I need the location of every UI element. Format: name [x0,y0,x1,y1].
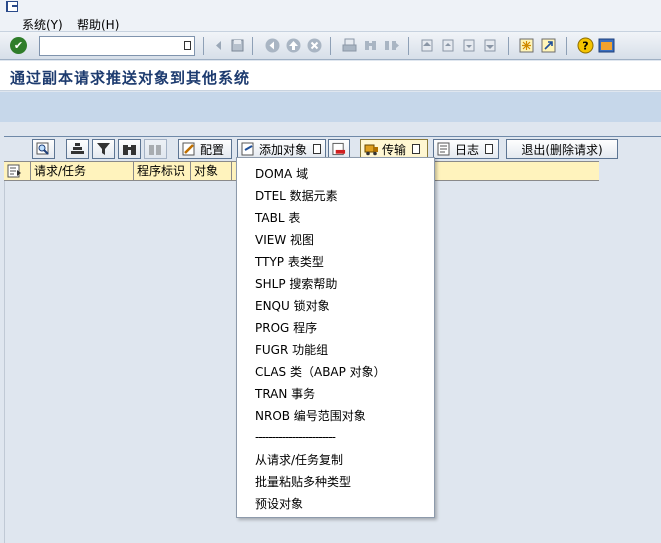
menu-system[interactable]: 系统(Y) [22,16,63,33]
find-button[interactable] [118,139,141,159]
toolbar-separator [252,37,253,55]
application-toolbar [0,92,661,122]
dropdown-item-clas[interactable]: CLAS 类（ABAP 对象） [255,363,386,381]
exit-icon[interactable] [6,1,18,12]
find-icon[interactable] [362,37,379,54]
command-input[interactable] [40,37,178,55]
page-title: 通过副本请求推送对象到其他系统 [10,69,251,87]
menu-help[interactable]: 帮助(H) [77,16,119,33]
column-options-cell[interactable] [4,162,31,180]
transport-dropdown-icon[interactable] [412,144,421,154]
column-request-task[interactable]: 请求/任务 [31,162,134,180]
command-field[interactable] [39,36,195,56]
standard-toolbar: ✔ ? [0,32,661,60]
dropdown-item-preset-objects[interactable]: 预设对象 [255,495,303,513]
dropdown-item-prog[interactable]: PROG 程序 [255,319,317,337]
filter-icon [97,143,110,155]
edit-config-icon [182,142,195,156]
command-history-dropdown-icon[interactable] [184,41,191,50]
truck-icon [364,144,378,156]
column-layout-icon [7,164,21,178]
dropdown-item-tabl[interactable]: TABL 表 [255,209,300,227]
add-document-icon [241,142,254,156]
magnifier-icon [36,142,49,155]
first-page-icon[interactable] [419,37,436,54]
dropdown-item-fugr[interactable]: FUGR 功能组 [255,341,328,359]
config-button[interactable]: 配置 [178,139,232,159]
dropdown-item-tran[interactable]: TRAN 事务 [255,385,315,403]
toolbar-separator [203,37,204,55]
find-next-button[interactable] [144,139,167,159]
exit-nav-icon[interactable] [285,37,302,54]
log-button[interactable]: 日志 [433,139,499,159]
dropdown-item-copy-from-request[interactable]: 从请求/任务复制 [255,451,343,469]
dropdown-item-view[interactable]: VIEW 视图 [255,231,314,249]
back-icon[interactable] [264,37,281,54]
sort-button[interactable] [66,139,89,159]
new-session-icon[interactable] [518,37,535,54]
dropdown-item-enqu[interactable]: ENQU 锁对象 [255,297,330,315]
svg-text:?: ? [582,40,588,53]
pyramid-icon [71,143,84,154]
toolbar-separator [408,37,409,55]
delete-object-button[interactable] [328,139,350,159]
enter-check-icon[interactable]: ✔ [10,37,27,54]
previous-page-icon[interactable] [440,37,457,54]
next-page-icon[interactable] [461,37,478,54]
title-bar: 通过副本请求推送对象到其他系统 [0,61,661,91]
filter-button[interactable] [92,139,115,159]
details-button[interactable] [32,139,55,159]
collapse-left-icon[interactable] [210,37,227,54]
dropdown-item-dtel[interactable]: DTEL 数据元素 [255,187,338,205]
config-label: 配置 [200,142,225,157]
dropdown-item-doma[interactable]: DOMA 域 [255,165,308,183]
exit-delete-request-button[interactable]: 退出(删除请求) [506,139,618,159]
toolbar-separator [566,37,567,55]
dropdown-item-shlp[interactable]: SHLP 搜索帮助 [255,275,337,293]
help-icon[interactable]: ? [577,37,594,54]
add-object-button[interactable]: 添加对象 [237,139,326,159]
binoculars-next-icon [149,145,161,155]
find-next-icon[interactable] [383,37,400,54]
save-icon[interactable] [229,37,246,54]
toolbar-separator [330,37,331,55]
transport-label: 传输 [382,142,407,157]
log-document-icon [437,142,450,156]
cancel-icon[interactable] [306,37,323,54]
toolbar-separator [508,37,509,55]
dropdown-item-ttyp[interactable]: TTYP 表类型 [255,253,324,271]
remove-object-icon [332,142,346,156]
add-object-dropdown-menu: DOMA 域 DTEL 数据元素 TABL 表 VIEW 视图 TTYP 表类型… [236,157,435,518]
log-label: 日志 [455,142,480,157]
transport-button[interactable]: 传输 [360,139,428,159]
exit-delete-request-label: 退出(删除请求) [521,142,603,157]
dropdown-item-nrob[interactable]: NROB 编号范围对象 [255,407,366,425]
print-icon[interactable] [341,37,358,54]
dropdown-item-batch-paste[interactable]: 批量粘贴多种类型 [255,473,351,491]
column-object[interactable]: 对象 [191,162,232,180]
customize-layout-icon[interactable] [598,37,615,54]
last-page-icon[interactable] [482,37,499,54]
log-dropdown-icon[interactable] [485,144,494,154]
add-object-dropdown-icon[interactable] [313,144,322,154]
menu-bar: 系统(Y) 帮助(H) [0,0,661,32]
binoculars-icon [123,145,136,155]
column-program-id[interactable]: 程序标识 [134,162,191,180]
add-object-label: 添加对象 [259,142,308,157]
shortcut-icon[interactable] [540,37,557,54]
dropdown-separator: ------------------------ [255,430,336,444]
